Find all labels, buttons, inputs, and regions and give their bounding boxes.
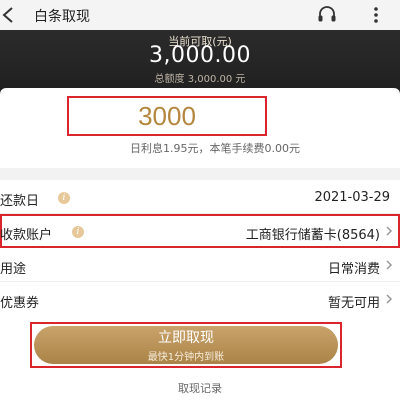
info-icon[interactable]: i xyxy=(72,226,84,238)
withdraw-record-link[interactable]: 取现记录 xyxy=(0,380,400,396)
withdraw-button-label: 立即取现 xyxy=(158,330,214,346)
available-amount: 3,000.00 xyxy=(149,43,251,68)
coupon-row[interactable]: 优惠券 暂无可用 xyxy=(0,282,400,316)
repay-date-value: 2021-03-29 xyxy=(314,190,390,205)
account-row[interactable]: 收款账户 i 工商银行储蓄卡(8564) xyxy=(0,214,400,248)
coupon-value: 暂无可用 xyxy=(327,296,380,311)
top-bar: 白条取现 xyxy=(0,0,400,30)
chevron-right-icon xyxy=(386,226,393,236)
withdraw-button[interactable]: 立即取现 最快1分钟内到账 xyxy=(34,326,338,364)
withdraw-button-highlight: 立即取现 最快1分钟内到账 xyxy=(30,322,342,368)
withdraw-button-sub: 最快1分钟内到账 xyxy=(147,352,225,363)
chevron-right-icon xyxy=(386,260,393,270)
back-arrow-icon[interactable] xyxy=(0,4,18,26)
purpose-label: 用途 xyxy=(0,262,27,277)
amount-card: 日利息1.95元，本笔手续费0.00元 xyxy=(0,88,400,168)
info-icon[interactable]: i xyxy=(58,192,70,204)
detail-list: 还款日 i 2021-03-29 收款账户 i 工商银行储蓄卡(8564) 用途… xyxy=(0,180,400,316)
total-quota: 总额度 3,000.00 元 xyxy=(154,74,246,85)
chevron-right-icon xyxy=(386,294,393,304)
more-icon[interactable] xyxy=(366,5,386,25)
interest-note: 日利息1.95元，本笔手续费0.00元 xyxy=(130,142,300,155)
coupon-label: 优惠券 xyxy=(0,296,40,311)
headset-icon[interactable] xyxy=(316,5,338,25)
account-value: 工商银行储蓄卡(8564) xyxy=(245,228,380,243)
purpose-row[interactable]: 用途 日常消费 xyxy=(0,248,400,282)
repay-date-label: 还款日 xyxy=(0,194,40,209)
amount-input-box[interactable] xyxy=(67,96,267,136)
amount-input[interactable] xyxy=(77,100,257,132)
repay-date-row: 还款日 i 2021-03-29 xyxy=(0,180,400,214)
purpose-value: 日常消费 xyxy=(327,262,380,277)
page-title: 白条取现 xyxy=(34,9,90,25)
account-label: 收款账户 xyxy=(0,228,53,243)
